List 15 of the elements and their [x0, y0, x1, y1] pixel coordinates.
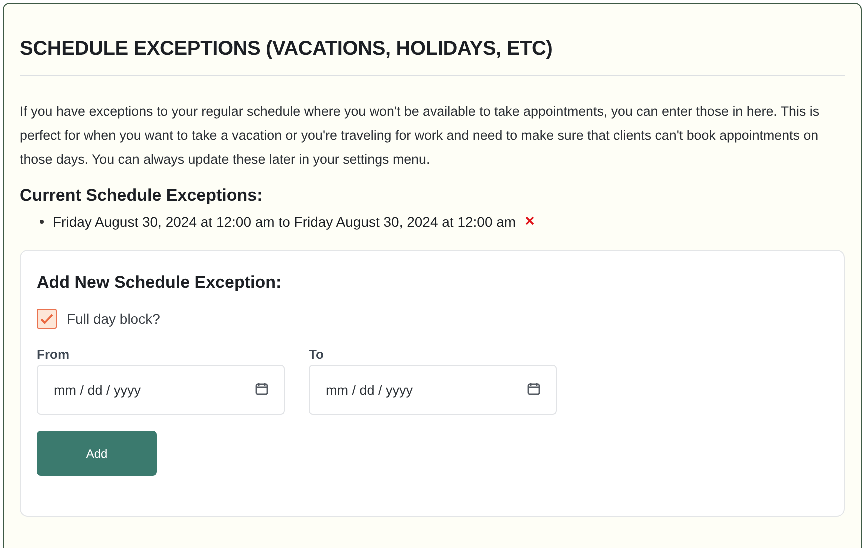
check-icon [40, 313, 54, 325]
add-button[interactable]: Add [37, 431, 157, 476]
calendar-icon[interactable] [255, 382, 269, 396]
form-heading: Add New Schedule Exception: [37, 273, 283, 293]
page-title: SCHEDULE EXCEPTIONS (VACATIONS, HOLIDAYS, ETC) [20, 4, 845, 76]
calendar-icon[interactable] [527, 382, 541, 396]
date-field[interactable]: mm / dd / yyyy [37, 365, 285, 415]
checkbox-label: Full day block? [67, 311, 160, 327]
field-label: From [37, 347, 70, 362]
exception-item: Friday August 30, 2024 at 12:00 am to Friday August 30, 2024 at 12:00 am [53, 214, 516, 230]
field-label: To [309, 347, 325, 362]
checkbox[interactable] [37, 309, 57, 329]
section-heading: Current Schedule Exceptions: [20, 186, 264, 206]
date-field[interactable]: mm / dd / yyyy [309, 365, 557, 415]
description-text: If you have exceptions to your regular schedule where you won't be available to take appointments, you can enter those in here. This is perfect for when you want to take a vacation or you're traveling for work and need to make sure that clients can't book appointments on those days. You can always update these later in your settings menu. [20, 103, 821, 169]
